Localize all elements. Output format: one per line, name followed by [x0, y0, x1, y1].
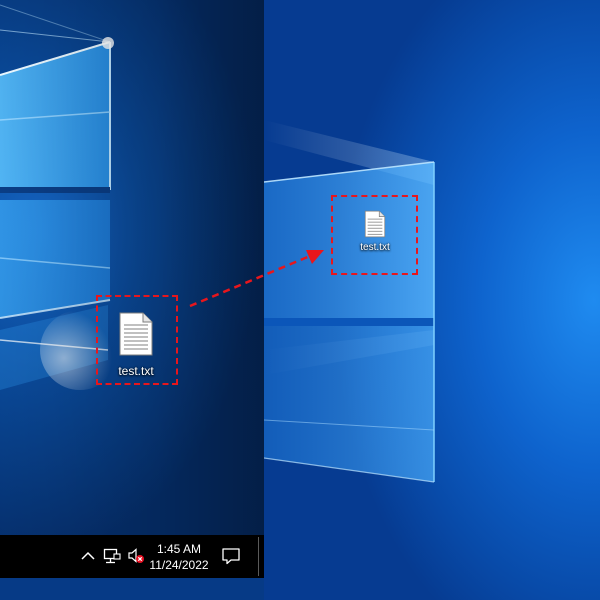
desktop-left-pane: [0, 0, 264, 578]
volume-muted-icon[interactable]: [127, 547, 145, 565]
action-center-icon[interactable]: [221, 546, 241, 566]
clock-time: 1:45 AM: [156, 542, 202, 556]
show-hidden-icons-chevron-up-icon[interactable]: [80, 548, 96, 564]
desktop-right-pane: [264, 0, 600, 600]
wallpaper-right: [264, 120, 435, 483]
screenshot-composite: 1:45 AM 11/24/2022 test.txt test.txt: [0, 0, 600, 600]
taskbar-clock[interactable]: 1:45 AM 11/24/2022: [148, 541, 210, 573]
network-icon[interactable]: [102, 547, 122, 565]
taskbar-separator: [258, 537, 259, 576]
clock-date: 11/24/2022: [149, 558, 209, 572]
source-highlight-box: [96, 295, 178, 385]
target-highlight-box: [331, 195, 418, 275]
wallpaper-shade: [0, 0, 264, 578]
